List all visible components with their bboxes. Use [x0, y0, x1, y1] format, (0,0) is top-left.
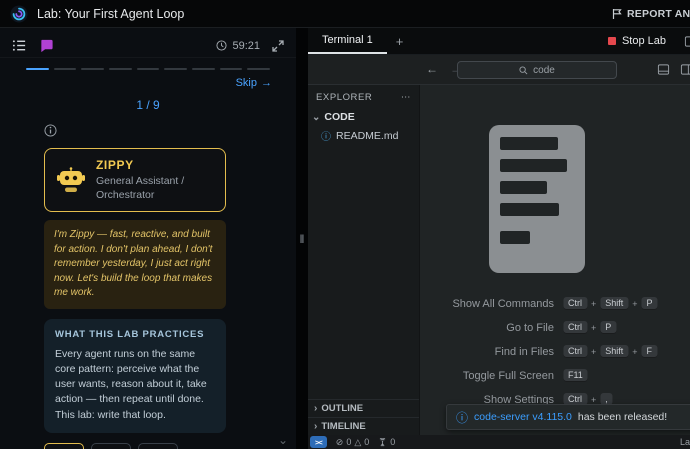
kbd-key: Shift: [600, 345, 629, 358]
chat-icon[interactable]: [39, 38, 54, 53]
kbd-key: F11: [562, 369, 588, 382]
status-bar: >< ⊘ 0 △ 0 0 Layout: [308, 435, 690, 449]
progress-segment[interactable]: [164, 68, 188, 70]
expand-panel-icon[interactable]: [272, 39, 284, 52]
robot-icon: [56, 166, 86, 194]
readme-file-icon: ⓘ: [321, 132, 331, 143]
practices-card: WHAT THIS LAB PRACTICES Every agent runs…: [44, 318, 226, 433]
explorer-more-icon[interactable]: ⋯: [401, 92, 411, 103]
terminal-tabbar: Terminal 1 + Stop Lab: [308, 28, 690, 55]
chevron-right-icon: ›: [314, 403, 318, 414]
topbar: Lab: Your First Agent Loop REPORT AN ISS…: [0, 0, 690, 28]
agent-role: General Assistant / Orchestrator: [96, 175, 185, 201]
search-value: code: [533, 64, 555, 76]
resize-grip-icon: ‖: [299, 231, 305, 246]
progress-segment[interactable]: [247, 68, 271, 70]
step-progress: [0, 68, 296, 70]
code-editor: ← → code EXPLORER ⋯ ⌄ CODE ⓘ README.md ›…: [308, 55, 690, 435]
keybinding-hints: Show All Commands Ctrl + Shift + P Go to…: [452, 297, 658, 406]
scroll-down-icon[interactable]: ⌄: [278, 433, 288, 447]
tab-terminal-1[interactable]: Terminal 1: [308, 28, 387, 54]
page-title: Lab: Your First Agent Loop: [37, 6, 185, 21]
layout-columns-icon[interactable]: [684, 35, 690, 53]
instructions-panel: 59:21 Skip → 1 / 9 ZIPPY General Assista…: [0, 28, 296, 449]
practices-body: Every agent runs on the same core patter…: [55, 347, 207, 421]
kbd-key: P: [600, 321, 617, 334]
agent-chip-zippy[interactable]: ZIPPY NOW: [44, 442, 84, 449]
warnings-icon: △: [354, 436, 362, 447]
practices-title: WHAT THIS LAB PRACTICES: [55, 328, 205, 340]
remote-indicator[interactable]: ><: [310, 436, 327, 448]
kbd-key: Ctrl: [562, 321, 587, 334]
app-logo-icon[interactable]: [10, 4, 28, 23]
chevron-right-icon: ›: [314, 421, 318, 432]
agent-profile-card: ZIPPY General Assistant / Orchestrator: [44, 148, 226, 213]
editor-empty-area: Show All Commands Ctrl + Shift + P Go to…: [420, 85, 690, 435]
step-counter: 1 / 9: [136, 98, 160, 112]
explorer-sidebar: EXPLORER ⋯ ⌄ CODE ⓘ README.md › OUTLINE …: [308, 85, 420, 435]
editor-watermark: [489, 125, 585, 273]
instructions-toolbar: 59:21: [0, 28, 296, 58]
editor-titlebar: ← → code: [308, 55, 690, 85]
errors-icon: ⊘: [335, 436, 344, 447]
agent-chip-row: ZIPPY NOW SAVVY — MESHY — CODY: [44, 442, 190, 449]
add-terminal-button[interactable]: +: [387, 34, 413, 49]
arrow-right-icon: →: [261, 77, 272, 89]
update-notification-toast: ⓘ code-server v4.115.0 has been released…: [446, 404, 690, 430]
panel-resize-handle[interactable]: ‖: [296, 28, 308, 449]
progress-segment[interactable]: [26, 68, 49, 70]
stop-lab-button[interactable]: Stop Lab: [607, 35, 666, 47]
kbd-key: P: [641, 297, 658, 310]
agent-quote: I'm Zippy — fast, reactive, and built fo…: [44, 220, 226, 309]
file-readme[interactable]: ⓘ README.md: [308, 126, 419, 145]
ports-indicator[interactable]: 0: [378, 437, 395, 447]
report-issue-label: REPORT AN ISSUE: [627, 8, 690, 20]
kbd-key: Ctrl: [562, 297, 587, 310]
progress-segment[interactable]: [136, 68, 160, 70]
lab-timer: 59:21: [216, 40, 260, 52]
search-icon: [519, 65, 528, 75]
kbd-key: Ctrl: [562, 345, 587, 358]
kbd-key: F: [641, 345, 658, 358]
skip-link[interactable]: Skip →: [236, 77, 272, 89]
nav-back-icon[interactable]: ←: [426, 62, 438, 76]
progress-segment[interactable]: [109, 68, 132, 70]
layout-control[interactable]: Layout: [680, 437, 690, 447]
progress-segment[interactable]: [219, 68, 243, 70]
radio-tower-icon: [378, 437, 387, 447]
workspace-panel: Terminal 1 + Stop Lab ← → code EXPLORER …: [308, 28, 690, 449]
section-timeline[interactable]: › TIMELINE: [308, 417, 419, 435]
agent-name: ZIPPY: [96, 158, 134, 172]
info-circle-icon: ⓘ: [456, 410, 469, 425]
section-outline[interactable]: › OUTLINE: [308, 399, 419, 417]
report-issue-button[interactable]: REPORT AN ISSUE: [612, 0, 690, 28]
problems-indicator[interactable]: ⊘ 0 △ 0: [336, 437, 370, 448]
explorer-title: EXPLORER: [316, 92, 373, 103]
progress-segment[interactable]: [81, 68, 105, 70]
release-link[interactable]: code-server v4.115.0: [474, 411, 572, 423]
stop-icon: [607, 37, 616, 45]
info-icon: [44, 124, 57, 142]
instructions-list-icon[interactable]: [12, 38, 27, 53]
progress-segment[interactable]: [53, 68, 77, 70]
customize-layout-icon[interactable]: [680, 63, 690, 76]
toggle-panel-icon[interactable]: [657, 63, 670, 76]
timer-value: 59:21: [232, 39, 260, 52]
command-center-search[interactable]: code: [457, 61, 617, 79]
release-message: has been released!: [577, 411, 668, 423]
folder-section-code[interactable]: ⌄ CODE: [308, 109, 419, 126]
flag-icon: [612, 8, 622, 20]
agent-chip-savvy[interactable]: SAVVY —: [91, 442, 131, 449]
chevron-down-icon: ⌄: [312, 111, 321, 123]
progress-segment[interactable]: [192, 68, 215, 70]
agent-chip-meshy[interactable]: MESHY —: [138, 442, 178, 449]
lesson-content: ZIPPY General Assistant / Orchestrator I…: [0, 112, 240, 449]
kbd-key: Shift: [600, 297, 629, 310]
clock-icon: [216, 40, 228, 51]
main-area: 59:21 Skip → 1 / 9 ZIPPY General Assista…: [0, 28, 690, 449]
